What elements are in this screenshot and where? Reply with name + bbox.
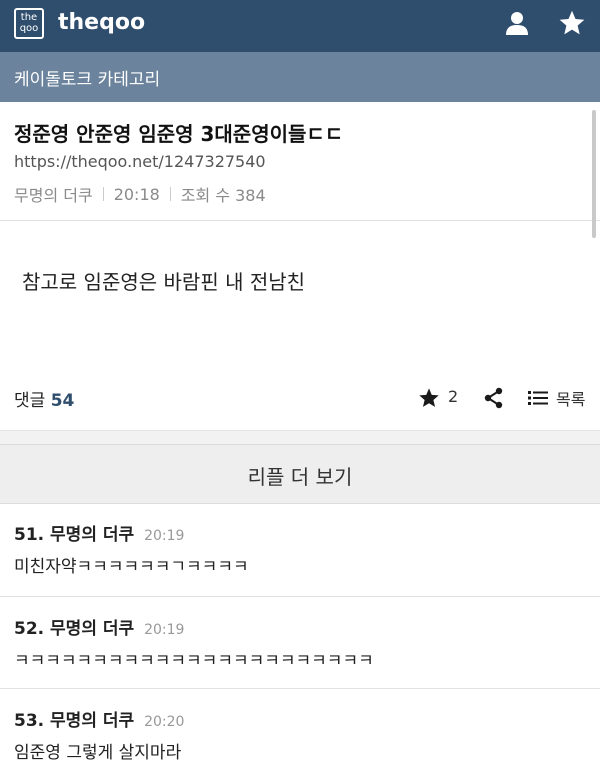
comment-time: 20:20 <box>144 714 185 730</box>
post-time: 20:18 <box>113 184 160 204</box>
category-bar[interactable]: 케이돌토크 카테고리 <box>0 52 600 102</box>
comment-time: 20:19 <box>144 528 185 544</box>
comment-label-text: 댓글 <box>14 391 46 411</box>
comment-number: 53. <box>14 711 45 731</box>
star-icon[interactable] <box>418 387 440 409</box>
post-meta: 무명의 더쿠 20:18 조회 수 384 <box>14 182 266 206</box>
meta-separator <box>169 187 171 201</box>
divider <box>0 688 600 689</box>
site-logo[interactable]: the qoo <box>14 8 44 39</box>
comment-count: 54 <box>50 391 75 411</box>
category-label[interactable]: 케이돌토크 카테고리 <box>14 65 160 90</box>
meta-separator <box>102 187 104 201</box>
share-icon[interactable] <box>484 387 504 409</box>
comment-header: 52. 무명의 더쿠 20:19 <box>14 614 184 639</box>
comment-text: ㅋㅋㅋㅋㅋㅋㅋㅋㅋㅋㅋㅋㅋㅋㅋㅋㅋㅋㅋㅋㅋㅋㅋ <box>14 651 374 671</box>
comment-time: 20:19 <box>144 622 185 638</box>
comment-count-label[interactable]: 댓글 54 <box>14 386 74 411</box>
top-bar: the qoo theqoo <box>0 0 600 52</box>
divider <box>0 220 600 221</box>
comment-author: 무명의 더쿠 <box>50 525 135 545</box>
section-gap <box>0 430 600 444</box>
comment-number: 52. <box>14 619 45 639</box>
post-author: 무명의 더쿠 <box>14 186 93 205</box>
post-views: 조회 수 384 <box>180 186 266 205</box>
more-replies-label: 리플 더 보기 <box>247 465 353 489</box>
user-icon[interactable] <box>504 10 530 36</box>
post-body: 참고로 임준영은 바람핀 내 전남친 <box>22 270 306 294</box>
comment-text: 임준영 그렇게 살지마라 <box>14 743 182 763</box>
comment-header: 51. 무명의 더쿠 20:19 <box>14 520 184 545</box>
list-icon[interactable] <box>528 390 548 406</box>
comment-header: 53. 무명의 더쿠 20:20 <box>14 706 184 731</box>
divider <box>0 596 600 597</box>
list-button-label[interactable]: 목록 <box>556 386 585 410</box>
star-icon[interactable] <box>558 9 586 37</box>
more-replies-button[interactable]: 리플 더 보기 <box>0 444 600 504</box>
site-name[interactable]: theqoo <box>58 10 145 35</box>
comment-number: 51. <box>14 525 45 545</box>
star-count: 2 <box>448 387 459 406</box>
post-url[interactable]: https://theqoo.net/1247327540 <box>14 152 266 171</box>
scrollbar[interactable] <box>592 110 596 238</box>
comment-text: 미친자약ㅋㅋㅋㅋㅋㅋㄱㅋㅋㅋㅋ <box>14 557 249 577</box>
logo-text: the qoo <box>19 12 39 34</box>
comment-author: 무명의 더쿠 <box>50 619 135 639</box>
post-title: 정준영 안준영 임준영 3대준영이들ㄷㄷ <box>14 122 344 146</box>
comment-author: 무명의 더쿠 <box>50 711 135 731</box>
